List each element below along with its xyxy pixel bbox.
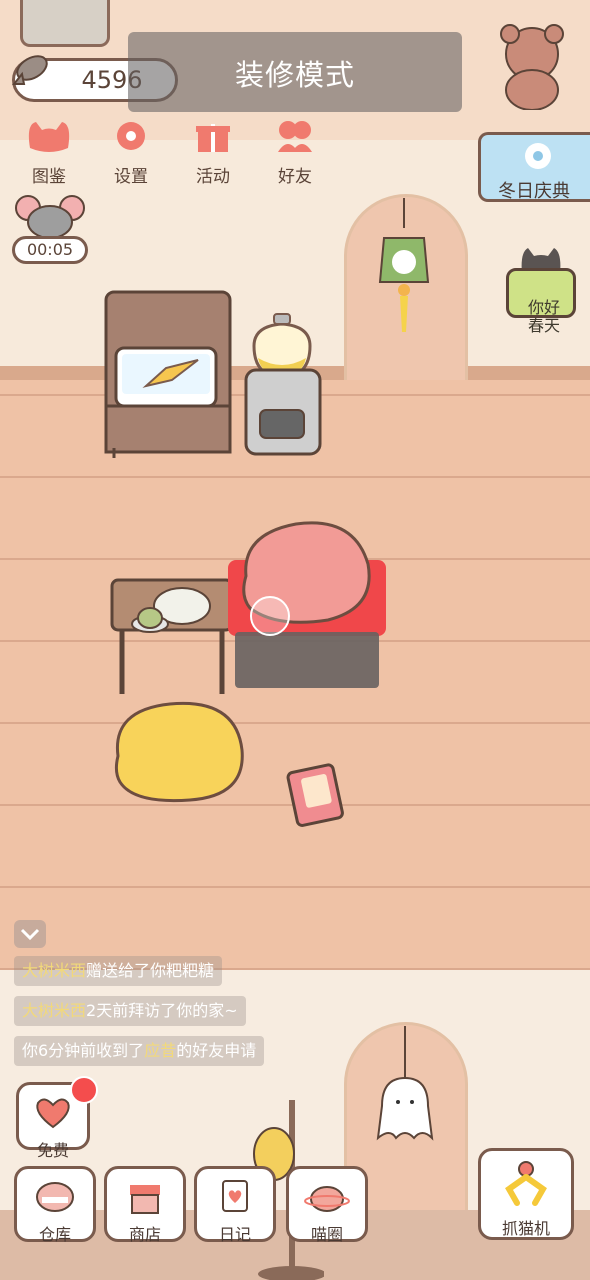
storage-icon	[36, 1182, 74, 1212]
placement-shadow	[235, 632, 379, 688]
friends-icon	[278, 121, 312, 152]
claw-machine-label: 抓猫机	[501, 1219, 550, 1238]
nav-label: 仓库	[38, 1225, 71, 1244]
topnav-label: 好友	[278, 167, 312, 187]
cat-planet-icon	[304, 1186, 350, 1212]
chat-toggle-button[interactable]	[14, 920, 46, 948]
hello-spring-label: 你好 春天	[527, 298, 560, 335]
visit-timer: 00:05	[12, 236, 88, 264]
tea-table[interactable]	[108, 574, 236, 698]
feed-text: 赠送给了你粑粑糖	[86, 961, 215, 980]
dried-fish-icon	[11, 55, 48, 85]
notification-badge	[70, 1076, 98, 1104]
topnav-collection[interactable]: 图鉴	[12, 118, 86, 187]
bear-balloon[interactable]	[492, 14, 578, 110]
feed-message: 你6分钟前收到了应昔的好友申请	[14, 1036, 265, 1066]
toaster-decor	[20, 0, 110, 47]
winter-festival-label: 冬日庆典	[498, 181, 570, 202]
nav-shop[interactable]: 商店	[104, 1166, 186, 1244]
ghost-ornament[interactable]	[374, 1026, 436, 1146]
claw-machine-button[interactable]: 抓猫机	[478, 1148, 574, 1240]
hello-spring-board: 你好 春天	[506, 268, 576, 335]
topnav-label: 活动	[196, 167, 230, 187]
gift-icon	[196, 124, 230, 152]
topnav-friends[interactable]: 好友	[258, 118, 332, 187]
yellow-beanbag[interactable]	[110, 696, 248, 806]
nav-storage[interactable]: 仓库	[14, 1166, 96, 1244]
chime-lantern[interactable]	[376, 198, 432, 338]
feed-text: 2天前拜访了你的家~	[86, 1001, 238, 1020]
feed-message: 大树米西2天前拜访了你的家~	[14, 996, 246, 1026]
nav-diary[interactable]: 日记	[194, 1166, 276, 1244]
tv-cabinet[interactable]	[102, 288, 234, 460]
decoration-mode-banner: 装修模式	[128, 32, 462, 112]
free-gift-label: 免费	[36, 1141, 69, 1160]
nav-label: 商店	[128, 1225, 161, 1244]
drag-handle[interactable]	[250, 596, 290, 636]
nav-label: 日记	[218, 1225, 251, 1244]
gear-icon	[117, 122, 145, 150]
winter-festival-button[interactable]: 冬日庆典	[478, 132, 590, 202]
cat-face-icon	[28, 122, 70, 152]
shop-icon	[130, 1185, 160, 1214]
nav-label: 喵圈	[310, 1225, 343, 1244]
mouse-visitor-icon[interactable]	[14, 192, 86, 240]
claw-icon	[505, 1161, 547, 1206]
feed-text: 你6分钟前收到了	[22, 1041, 145, 1060]
stove-with-teapot[interactable]	[240, 306, 324, 456]
feed-user-name[interactable]: 大树米西	[22, 1001, 86, 1020]
topnav-settings[interactable]: 设置	[94, 118, 168, 187]
feed-user-name[interactable]: 大树米西	[22, 961, 86, 980]
hello-spring-button[interactable]: 你好 春天	[506, 244, 578, 335]
feed-user-name[interactable]: 应昔	[144, 1041, 176, 1060]
topnav-label: 设置	[114, 167, 148, 187]
feed-text: 的好友申请	[176, 1041, 257, 1060]
chevron-down-icon	[20, 928, 40, 941]
feed-message: 大树米西赠送给了你粑粑糖	[14, 956, 223, 986]
diary-icon	[222, 1180, 248, 1212]
snowflake-flower-icon	[525, 143, 551, 169]
topnav-events[interactable]: 活动	[176, 118, 250, 187]
decoration-mode-title: 装修模式	[234, 58, 355, 92]
topnav-label: 图鉴	[32, 167, 66, 187]
diary-book[interactable]	[286, 762, 348, 828]
heart-gift-icon	[36, 1098, 70, 1129]
nav-cat-circle[interactable]: 喵圈	[286, 1166, 368, 1244]
